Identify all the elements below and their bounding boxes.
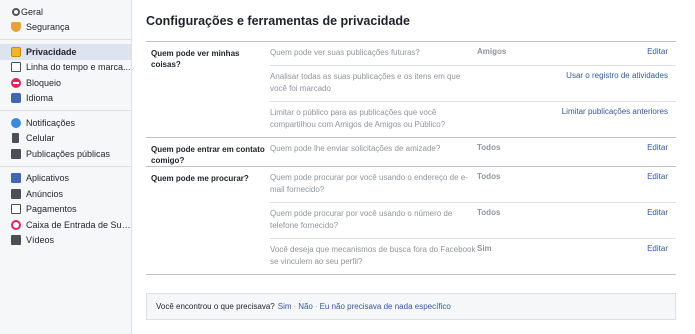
feedback-yes-link[interactable]: Sim [278,302,292,311]
sidebar-group: Privacidade Linha do tempo e marca... Bloq… [0,40,131,111]
setting-action-link[interactable]: Editar [517,42,676,65]
sidebar-item-geral[interactable]: Geral [0,4,131,20]
setting-description: Quem pode lhe enviar solicitações de ami… [270,143,441,153]
setting-action-link[interactable]: Editar [517,138,676,161]
sidebar-item-label: Bloqueio [26,77,62,88]
sidebar-item-bloqueio[interactable]: Bloqueio [0,75,131,91]
sidebar-item-label: Vídeos [26,235,55,246]
sidebar-item-anuncios[interactable]: Anúncios [0,186,131,202]
sidebar-item-seguranca[interactable]: Segurança [0,20,131,36]
sidebar-item-label: Celular [26,133,55,144]
settings-sidebar: Geral Segurança Privacidade Linha do tempo … [0,0,132,334]
sidebar-group: Geral Segurança [0,0,131,40]
sidebar-item-publicacoes-publicas[interactable]: Publicações públicas [0,146,131,162]
sidebar-item-label: Pagamentos [26,204,77,215]
setting-action-link[interactable]: Editar [517,239,676,274]
setting-action-link[interactable]: Usar o registro de atividades [517,66,676,101]
setting-row: Analisar todas as suas publicações e os … [270,66,676,102]
sidebar-item-label: Anúncios [26,188,64,199]
ads-icon [11,188,21,199]
sidebar-item-label: Idioma [26,93,54,104]
sidebar-item-celular[interactable]: Celular [0,131,131,147]
sidebar-item-label: Aplicativos [26,173,70,184]
sidebar-group: Notificações Celular Publicações públicas [0,111,131,167]
sidebar-item-label: Segurança [26,22,70,33]
section-rows: Quem pode procurar por você usando o end… [270,167,676,274]
section-label: Quem pode me procurar? [151,173,249,183]
sidebar-item-label: Notificações [26,117,76,128]
feedback-question: Você encontrou o que precisava? [156,302,275,311]
section-rows: Quem pode ver suas publicações futuras? A… [270,42,676,137]
settings-section: Quem pode me procurar? Quem pode procurar… [146,167,676,275]
globe-icon [11,117,21,128]
sidebar-item-caixa-de-entrada-de-sup[interactable]: Caixa de Entrada de Sup... [0,217,131,233]
setting-description: Quem pode procurar por você usando o núm… [270,208,453,231]
support-icon [11,219,21,230]
setting-value: Amigos [477,47,507,56]
setting-value: Sim [477,243,492,253]
sidebar-item-pagamentos[interactable]: Pagamentos [0,202,131,218]
setting-row: Quem pode ver suas publicações futuras? A… [270,42,676,66]
sidebar-item-linha-do-tempo-e-marca[interactable]: Linha do tempo e marca... [0,60,131,76]
section-label: Quem pode ver minhas coisas? [151,49,240,69]
setting-action-link[interactable]: Editar [517,167,676,202]
setting-row: Limitar o público para as publicações qu… [270,102,676,137]
privacy-settings-table: Quem pode ver minhas coisas? Quem pode ve… [146,41,676,275]
setting-description: Quem pode ver suas publicações futuras? [270,48,420,57]
feedback-separator: · [314,302,318,311]
sidebar-item-privacidade[interactable]: Privacidade [0,44,131,60]
section-label: Quem pode entrar em contato comigo? [151,144,265,165]
setting-row: Quem pode procurar por você usando o end… [270,167,676,203]
setting-description: Limitar o público para as publicações qu… [270,107,446,130]
block-icon [11,77,21,88]
video-icon [11,235,21,246]
settings-section: Quem pode entrar em contato comigo? Quem … [146,138,676,167]
sidebar-item-label: Privacidade [26,46,77,57]
section-rows: Quem pode lhe enviar solicitações de ami… [270,138,676,166]
sidebar-item-aplicativos[interactable]: Aplicativos [0,171,131,187]
setting-row: Você deseja que mecanismos de busca fora… [270,239,676,274]
feedback-separator: · [293,302,297,311]
sidebar-item-label: Linha do tempo e marca... [26,62,131,73]
page-title: Configurações e ferramentas de privacida… [146,14,410,28]
phone-icon [12,133,19,144]
timeline-icon [11,62,21,73]
setting-row: Quem pode lhe enviar solicitações de ami… [270,138,676,161]
sidebar-item-idioma[interactable]: Idioma [0,91,131,107]
setting-value: Todos [477,171,501,181]
setting-value: Todos [477,142,501,152]
setting-description: Analisar todas as suas publicações e os … [270,71,461,94]
lock-icon [11,46,21,57]
payment-icon [11,204,21,215]
setting-action-link[interactable]: Editar [517,203,676,238]
feedback-not-specific-link[interactable]: Eu não precisava de nada específico [320,302,451,311]
sidebar-item-label: Publicações públicas [26,148,111,159]
sidebar-group: Aplicativos Anúncios Pagamentos Caixa de En… [0,167,131,253]
setting-value [477,66,517,101]
setting-row: Quem pode procurar por você usando o núm… [270,203,676,239]
feedback-no-link[interactable]: Não [298,302,313,311]
sidebar-item-label: Caixa de Entrada de Sup... [26,219,131,230]
setting-value [477,102,517,137]
settings-section: Quem pode ver minhas coisas? Quem pode ve… [146,42,676,138]
setting-action-link[interactable]: Limitar publicações anteriores [517,102,676,137]
feedback-bar: Você encontrou o que precisava? Sim · Nã… [146,293,676,320]
gear-icon [12,7,20,16]
setting-description: Quem pode procurar por você usando o end… [270,172,468,195]
apps-icon [11,173,21,184]
setting-value: Todos [477,207,501,217]
sidebar-item-notificacoes[interactable]: Notificações [0,115,131,131]
shield-icon [11,22,21,33]
sidebar-item-videos[interactable]: Vídeos [0,233,131,249]
language-icon [11,93,21,104]
rss-icon [11,148,21,159]
setting-description: Você deseja que mecanismos de busca fora… [270,244,476,267]
sidebar-item-label: Geral [21,6,44,17]
